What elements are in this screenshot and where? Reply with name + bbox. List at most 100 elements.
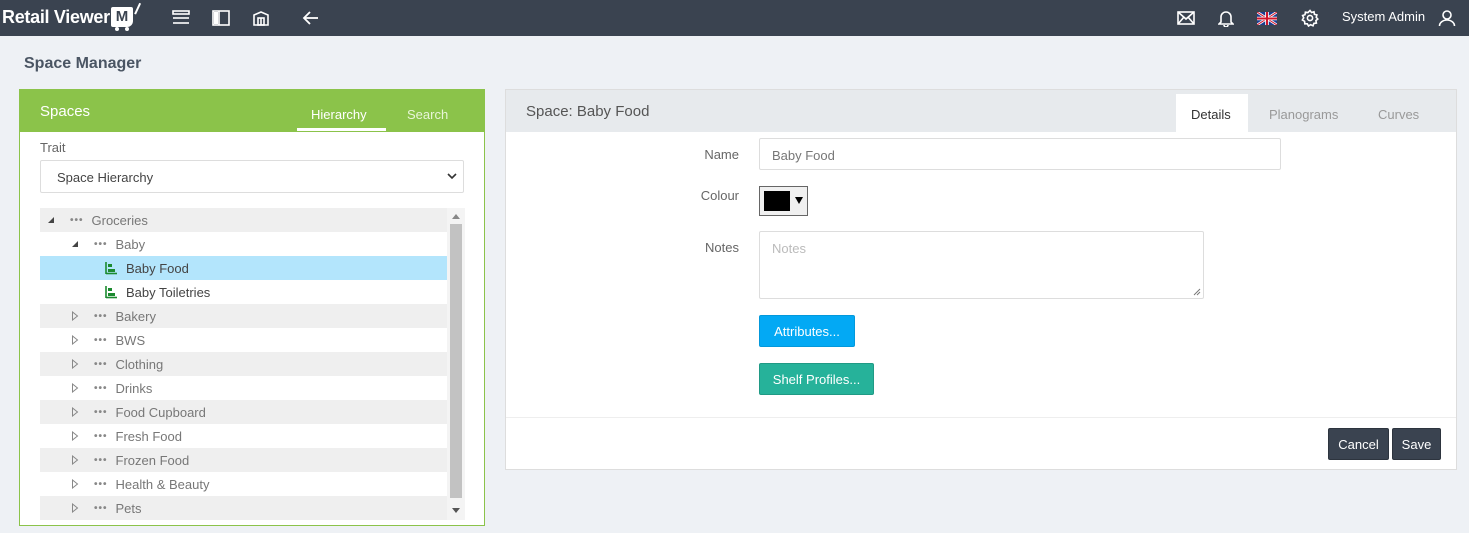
tree-item[interactable]: ••• Baby <box>40 232 447 256</box>
tab-search[interactable]: Search <box>407 107 448 122</box>
tree-item-label: Groceries <box>91 212 148 228</box>
space-hierarchy-tree: ••• Groceries ••• Baby Baby Food Baby Toiletr… <box>40 208 465 520</box>
notes-placeholder: Notes <box>772 241 806 256</box>
tree-item[interactable]: Baby Food <box>40 256 447 280</box>
collapsed-triangle-icon[interactable] <box>70 479 80 489</box>
group-dots-icon: ••• <box>94 334 108 346</box>
collapsed-triangle-icon[interactable] <box>70 359 80 369</box>
brand-cart-mark: M <box>110 7 133 31</box>
tree-item[interactable]: ••• Frozen Food <box>40 448 447 472</box>
scroll-thumb[interactable] <box>450 224 462 498</box>
cancel-button[interactable]: Cancel <box>1328 428 1389 460</box>
uk-flag-icon[interactable] <box>1256 7 1278 29</box>
notes-textarea[interactable]: Notes <box>759 231 1204 299</box>
brand-mark-letter: M <box>115 8 129 25</box>
gear-icon[interactable] <box>1299 7 1321 29</box>
tree-item-label: Baby <box>115 236 146 252</box>
group-dots-icon: ••• <box>94 406 108 418</box>
notes-label: Notes <box>705 240 739 255</box>
colour-label: Colour <box>700 188 739 203</box>
page-title: Space Manager <box>24 55 142 72</box>
tree-item-label: BWS <box>115 332 146 348</box>
tree-item[interactable]: ••• Food Cupboard <box>40 400 447 424</box>
details-panel-footer: Cancel Save <box>506 417 1456 469</box>
space-details-panel: Space: Baby Food Details Planograms Curv… <box>505 89 1457 470</box>
name-label: Name <box>704 147 739 162</box>
trait-select-value: Space Hierarchy <box>57 170 154 185</box>
tree-item[interactable]: ••• BWS <box>40 328 447 352</box>
chevron-down-icon <box>447 173 457 180</box>
tree-item[interactable]: ••• Groceries <box>40 208 447 232</box>
expanded-triangle-icon[interactable] <box>46 215 56 225</box>
tree-item-label: Fresh Food <box>115 428 182 444</box>
menu-list-icon[interactable] <box>170 7 192 29</box>
details-panel-title: Space: Baby Food <box>526 103 650 120</box>
top-navigation-bar: Retail Viewer M System Admin <box>0 0 1469 36</box>
brand-name: Retail Viewer <box>2 6 110 27</box>
collapsed-triangle-icon[interactable] <box>70 311 80 321</box>
tab-details[interactable]: Details <box>1191 107 1231 122</box>
collapsed-triangle-icon[interactable] <box>70 455 80 465</box>
details-panel-header: Space: Baby Food Details Planograms Curv… <box>506 90 1456 132</box>
tab-planograms[interactable]: Planograms <box>1269 107 1338 122</box>
tree-item[interactable]: ••• Drinks <box>40 376 447 400</box>
scroll-up-arrow-icon[interactable] <box>452 214 460 219</box>
collapsed-triangle-icon[interactable] <box>70 335 80 345</box>
group-dots-icon: ••• <box>94 454 108 466</box>
expanded-triangle-icon[interactable] <box>70 239 80 249</box>
spaces-panel-header: Spaces Hierarchy Search <box>20 90 484 132</box>
brand-logo[interactable]: Retail Viewer M <box>2 3 133 31</box>
mail-icon[interactable] <box>1175 7 1197 29</box>
trait-select[interactable]: Space Hierarchy <box>40 160 464 193</box>
colour-picker[interactable] <box>759 186 808 216</box>
tree-item[interactable]: ••• Clothing <box>40 352 447 376</box>
tree-item-label: Baby Toiletries <box>126 284 211 300</box>
tree-item-label: Frozen Food <box>115 452 190 468</box>
tree-item-label: Food Cupboard <box>115 404 206 420</box>
user-icon[interactable] <box>1436 7 1458 29</box>
bell-icon[interactable] <box>1215 7 1237 29</box>
store-icon[interactable] <box>250 7 272 29</box>
name-input[interactable]: Baby Food <box>759 138 1281 170</box>
active-tab-indicator <box>297 128 386 131</box>
tab-curves[interactable]: Curves <box>1378 107 1419 122</box>
group-dots-icon: ••• <box>94 478 108 490</box>
tree-item-label: Bakery <box>115 308 156 324</box>
group-dots-icon: ••• <box>94 310 108 322</box>
attributes-button[interactable]: Attributes... <box>759 315 855 347</box>
tree-item-label: Drinks <box>115 380 153 396</box>
tree-item-label: Clothing <box>115 356 164 372</box>
space-bay-icon <box>104 261 118 275</box>
collapsed-triangle-icon[interactable] <box>70 431 80 441</box>
tree-item-label: Baby Food <box>126 260 189 276</box>
save-button[interactable]: Save <box>1392 428 1441 460</box>
group-dots-icon: ••• <box>94 502 108 514</box>
spaces-panel-title: Spaces <box>40 103 91 120</box>
resize-grip-icon[interactable] <box>1193 288 1201 296</box>
group-dots-icon: ••• <box>70 214 84 226</box>
back-arrow-icon[interactable] <box>300 7 322 29</box>
collapsed-triangle-icon[interactable] <box>70 407 80 417</box>
user-name[interactable]: System Admin <box>1342 9 1425 24</box>
tree-item[interactable]: Baby Toiletries <box>40 280 447 304</box>
collapsed-triangle-icon[interactable] <box>70 503 80 513</box>
space-bay-icon <box>104 285 118 299</box>
colour-swatch <box>764 191 790 211</box>
tree-item[interactable]: ••• Fresh Food <box>40 424 447 448</box>
tree-item[interactable]: ••• Pets <box>40 496 447 520</box>
tree-item[interactable]: ••• Health & Beauty <box>40 472 447 496</box>
scroll-down-arrow-icon[interactable] <box>452 508 460 513</box>
tree-item-label: Pets <box>115 500 142 516</box>
group-dots-icon: ••• <box>94 382 108 394</box>
collapsed-triangle-icon[interactable] <box>70 383 80 393</box>
shelf-profiles-button[interactable]: Shelf Profiles... <box>759 363 874 395</box>
group-dots-icon: ••• <box>94 358 108 370</box>
name-input-value: Baby Food <box>772 148 835 163</box>
tab-hierarchy[interactable]: Hierarchy <box>311 107 367 122</box>
sidebar-toggle-icon[interactable] <box>210 7 232 29</box>
spaces-panel: Spaces Hierarchy Search Trait Space Hier… <box>19 89 485 526</box>
group-dots-icon: ••• <box>94 430 108 442</box>
tree-scrollbar[interactable] <box>447 208 465 520</box>
tree-item[interactable]: ••• Bakery <box>40 304 447 328</box>
group-dots-icon: ••• <box>94 238 108 250</box>
